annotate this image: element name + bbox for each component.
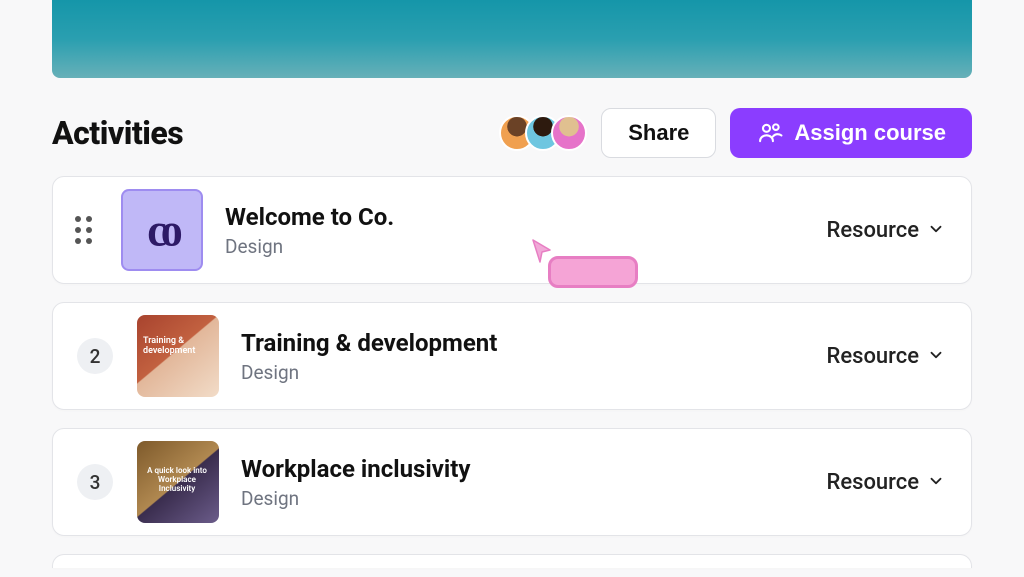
course-banner — [52, 0, 972, 78]
assign-button-label: Assign course — [794, 120, 946, 146]
activities-header: Activities Share Assign c — [18, 78, 1006, 164]
activities-list: co Welcome to Co. Design Resource 2 Trai… — [18, 164, 1006, 568]
activity-title: Training & development — [241, 329, 826, 357]
activity-type-label: Resource — [826, 470, 919, 495]
chevron-down-icon — [927, 472, 945, 493]
activity-thumbnail — [137, 315, 219, 397]
activity-card[interactable]: 3 Workplace inclusivity Design Resource — [52, 428, 972, 536]
header-actions: Share Assign course — [499, 108, 972, 158]
activity-card[interactable]: 2 Training & development Design Resource — [52, 302, 972, 410]
activity-category: Design — [225, 235, 826, 258]
activity-category: Design — [241, 487, 826, 510]
activity-thumbnail — [137, 441, 219, 523]
activity-card[interactable] — [52, 554, 972, 568]
activity-type-label: Resource — [826, 344, 919, 369]
activity-index-badge: 2 — [77, 338, 113, 374]
collaborator-avatars[interactable] — [499, 115, 587, 151]
co-logo: co — [147, 203, 177, 257]
avatar[interactable] — [551, 115, 587, 151]
activity-title: Welcome to Co. — [225, 203, 826, 231]
section-title: Activities — [52, 114, 183, 152]
activity-index-badge: 3 — [77, 464, 113, 500]
chevron-down-icon — [927, 220, 945, 241]
chevron-down-icon — [927, 346, 945, 367]
activity-type-dropdown[interactable]: Resource — [826, 470, 945, 495]
share-button-label: Share — [628, 120, 689, 146]
activity-type-dropdown[interactable]: Resource — [826, 344, 945, 369]
share-button[interactable]: Share — [601, 108, 716, 158]
activity-category: Design — [241, 361, 826, 384]
activity-type-label: Resource — [826, 218, 919, 243]
assign-course-button[interactable]: Assign course — [730, 108, 972, 158]
activity-card[interactable]: co Welcome to Co. Design Resource — [52, 176, 972, 284]
drag-handle-icon[interactable] — [69, 216, 97, 244]
activity-type-dropdown[interactable]: Resource — [826, 218, 945, 243]
assign-icon — [756, 119, 784, 147]
activity-thumbnail: co — [121, 189, 203, 271]
activity-title: Workplace inclusivity — [241, 455, 826, 483]
